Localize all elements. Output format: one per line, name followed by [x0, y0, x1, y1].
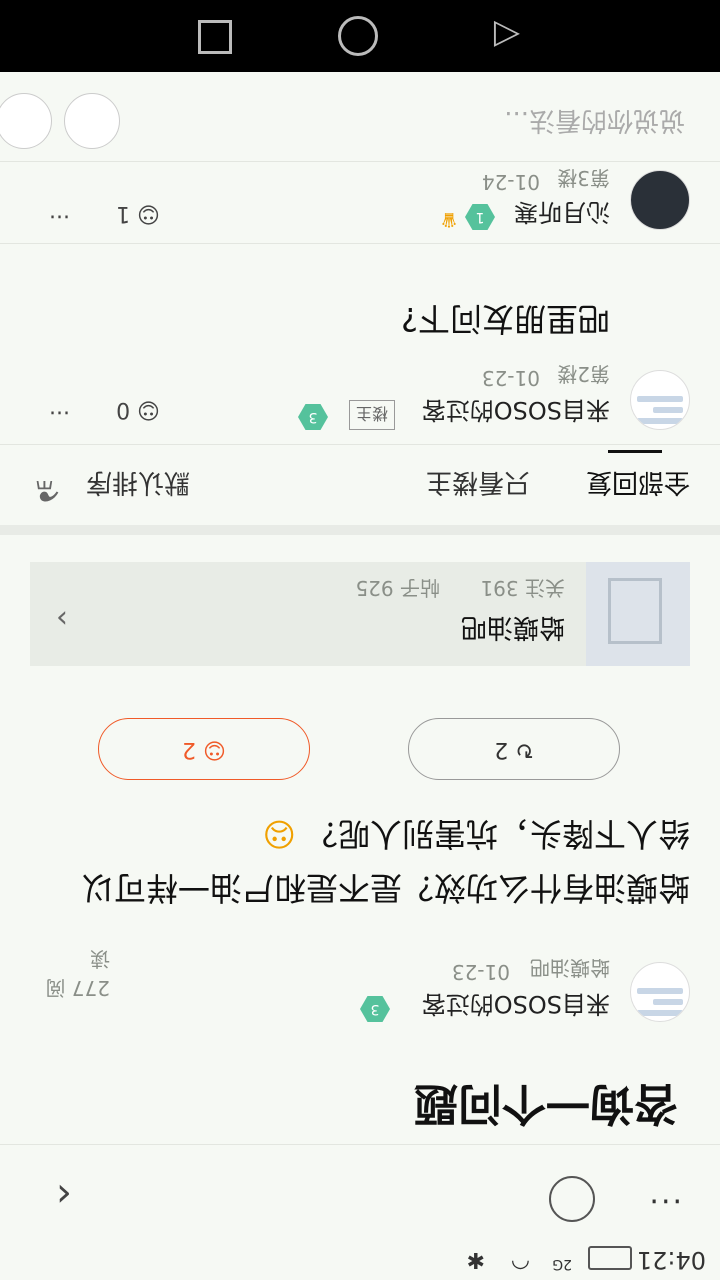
- tab-owner-only[interactable]: 只看楼主: [426, 466, 530, 503]
- reply-item: 来自SOSO的过客 楼主 3 第2楼 01-23 ☺ 0 ··· 吧里朋友问下?: [0, 243, 720, 444]
- like-button[interactable]: ☺ 2: [98, 718, 310, 780]
- share-count: 2: [494, 737, 509, 762]
- reply-more-button[interactable]: ···: [49, 399, 70, 424]
- nav-back-icon[interactable]: ◁: [494, 16, 520, 56]
- reply-more-button[interactable]: ···: [49, 203, 70, 228]
- back-icon[interactable]: ‹: [56, 1172, 72, 1218]
- reply-like[interactable]: ☺ 1: [116, 201, 160, 226]
- share-icon[interactable]: [549, 1176, 595, 1222]
- post-author-meta: 来自SOSO的过客 3 蛤蟆油吧 01-23 277 阅读: [30, 947, 690, 1024]
- read-count: 277 阅读: [45, 947, 110, 1000]
- like-icon: ☺: [137, 201, 160, 226]
- like-count: 2: [182, 737, 197, 762]
- reply-like-count: 0: [116, 397, 131, 422]
- reply-date: 01-24: [481, 170, 540, 194]
- forum-logo-icon: [608, 578, 662, 644]
- forum-name: 蛤蟆油吧: [460, 612, 565, 642]
- like-icon: ☺: [137, 397, 160, 422]
- avatar[interactable]: [630, 370, 690, 430]
- level-badge: 1: [465, 204, 495, 230]
- tab-all-replies[interactable]: 全部回复: [586, 466, 690, 503]
- system-nav-bar: ◁: [0, 0, 720, 72]
- forum-tag[interactable]: 蛤蟆油吧: [530, 955, 610, 984]
- nav-home-icon[interactable]: [338, 16, 378, 56]
- reply-item: 沁月听寒 1 ♛ 第3楼 01-24 ☺ 1 ···: [0, 162, 720, 244]
- reply-tabs: 全部回复 只看楼主 默认排序 ⚗: [0, 444, 720, 525]
- sad-emoji-icon: ☹: [262, 815, 296, 853]
- author-name[interactable]: 来自SOSO的过客: [422, 989, 610, 1024]
- bluetooth-icon: ✱: [466, 1247, 485, 1272]
- reply-text: 吧里朋友问下?: [401, 300, 610, 338]
- forum-card[interactable]: 蛤蟆油吧 关注 391 帖子 925 ›: [30, 562, 690, 666]
- level-badge: 3: [360, 996, 390, 1022]
- share-button[interactable]: ↻ 2: [408, 718, 620, 780]
- battery-icon: [588, 1246, 632, 1270]
- header: ‹ ···: [0, 1144, 720, 1240]
- like-icon: ☺: [203, 737, 226, 762]
- more-button[interactable]: ···: [647, 1183, 682, 1218]
- reply-like[interactable]: ☺ 0: [116, 397, 160, 422]
- tab-indicator: [608, 450, 662, 453]
- chevron-right-icon: ›: [56, 601, 68, 636]
- clock: 04:21: [636, 1246, 706, 1274]
- reply-date: 01-23: [481, 366, 540, 390]
- network-type: 2G: [552, 1256, 572, 1272]
- vip-icon: ♛: [440, 208, 458, 232]
- status-bar: ✱ ◠ 2G 04:21: [0, 1240, 720, 1280]
- post-body-text: 蛤蟆油有什么功效？是不是和尸油一样可以给人下降头，坑害别人呢？: [81, 815, 690, 907]
- avatar[interactable]: [630, 962, 690, 1022]
- forum-logo: [586, 562, 690, 666]
- reply-author[interactable]: 来自SOSO的过客: [422, 395, 610, 430]
- section-divider: [0, 525, 720, 535]
- post-date: 01-23: [451, 960, 510, 984]
- reply-author[interactable]: 沁月听寒: [514, 197, 610, 232]
- wifi-icon: ◠: [510, 1249, 530, 1274]
- sticker-icon[interactable]: [0, 93, 52, 149]
- share-icon: ↻: [515, 737, 534, 762]
- avatar[interactable]: [630, 170, 690, 230]
- reply-like-count: 1: [116, 201, 131, 226]
- reply-floor: 第3楼: [557, 166, 610, 190]
- level-badge: 3: [298, 404, 328, 430]
- reply-floor: 第2楼: [557, 362, 610, 386]
- forum-posts: 帖子 925: [355, 576, 440, 600]
- emoji-icon[interactable]: [64, 93, 120, 149]
- forum-follow: 关注 391: [480, 576, 565, 600]
- comment-input[interactable]: 说说你的看法...: [504, 104, 685, 141]
- post-body: 蛤蟆油有什么功效？是不是和尸油一样可以给人下降头，坑害别人呢？ ☹: [70, 807, 690, 915]
- owner-badge: 楼主: [348, 400, 395, 430]
- nav-recents-icon[interactable]: [198, 20, 232, 54]
- flask-icon: ⚗: [34, 474, 60, 507]
- tab-sort[interactable]: 默认排序: [86, 466, 190, 503]
- post-title: 咨询一个问题: [414, 1078, 678, 1129]
